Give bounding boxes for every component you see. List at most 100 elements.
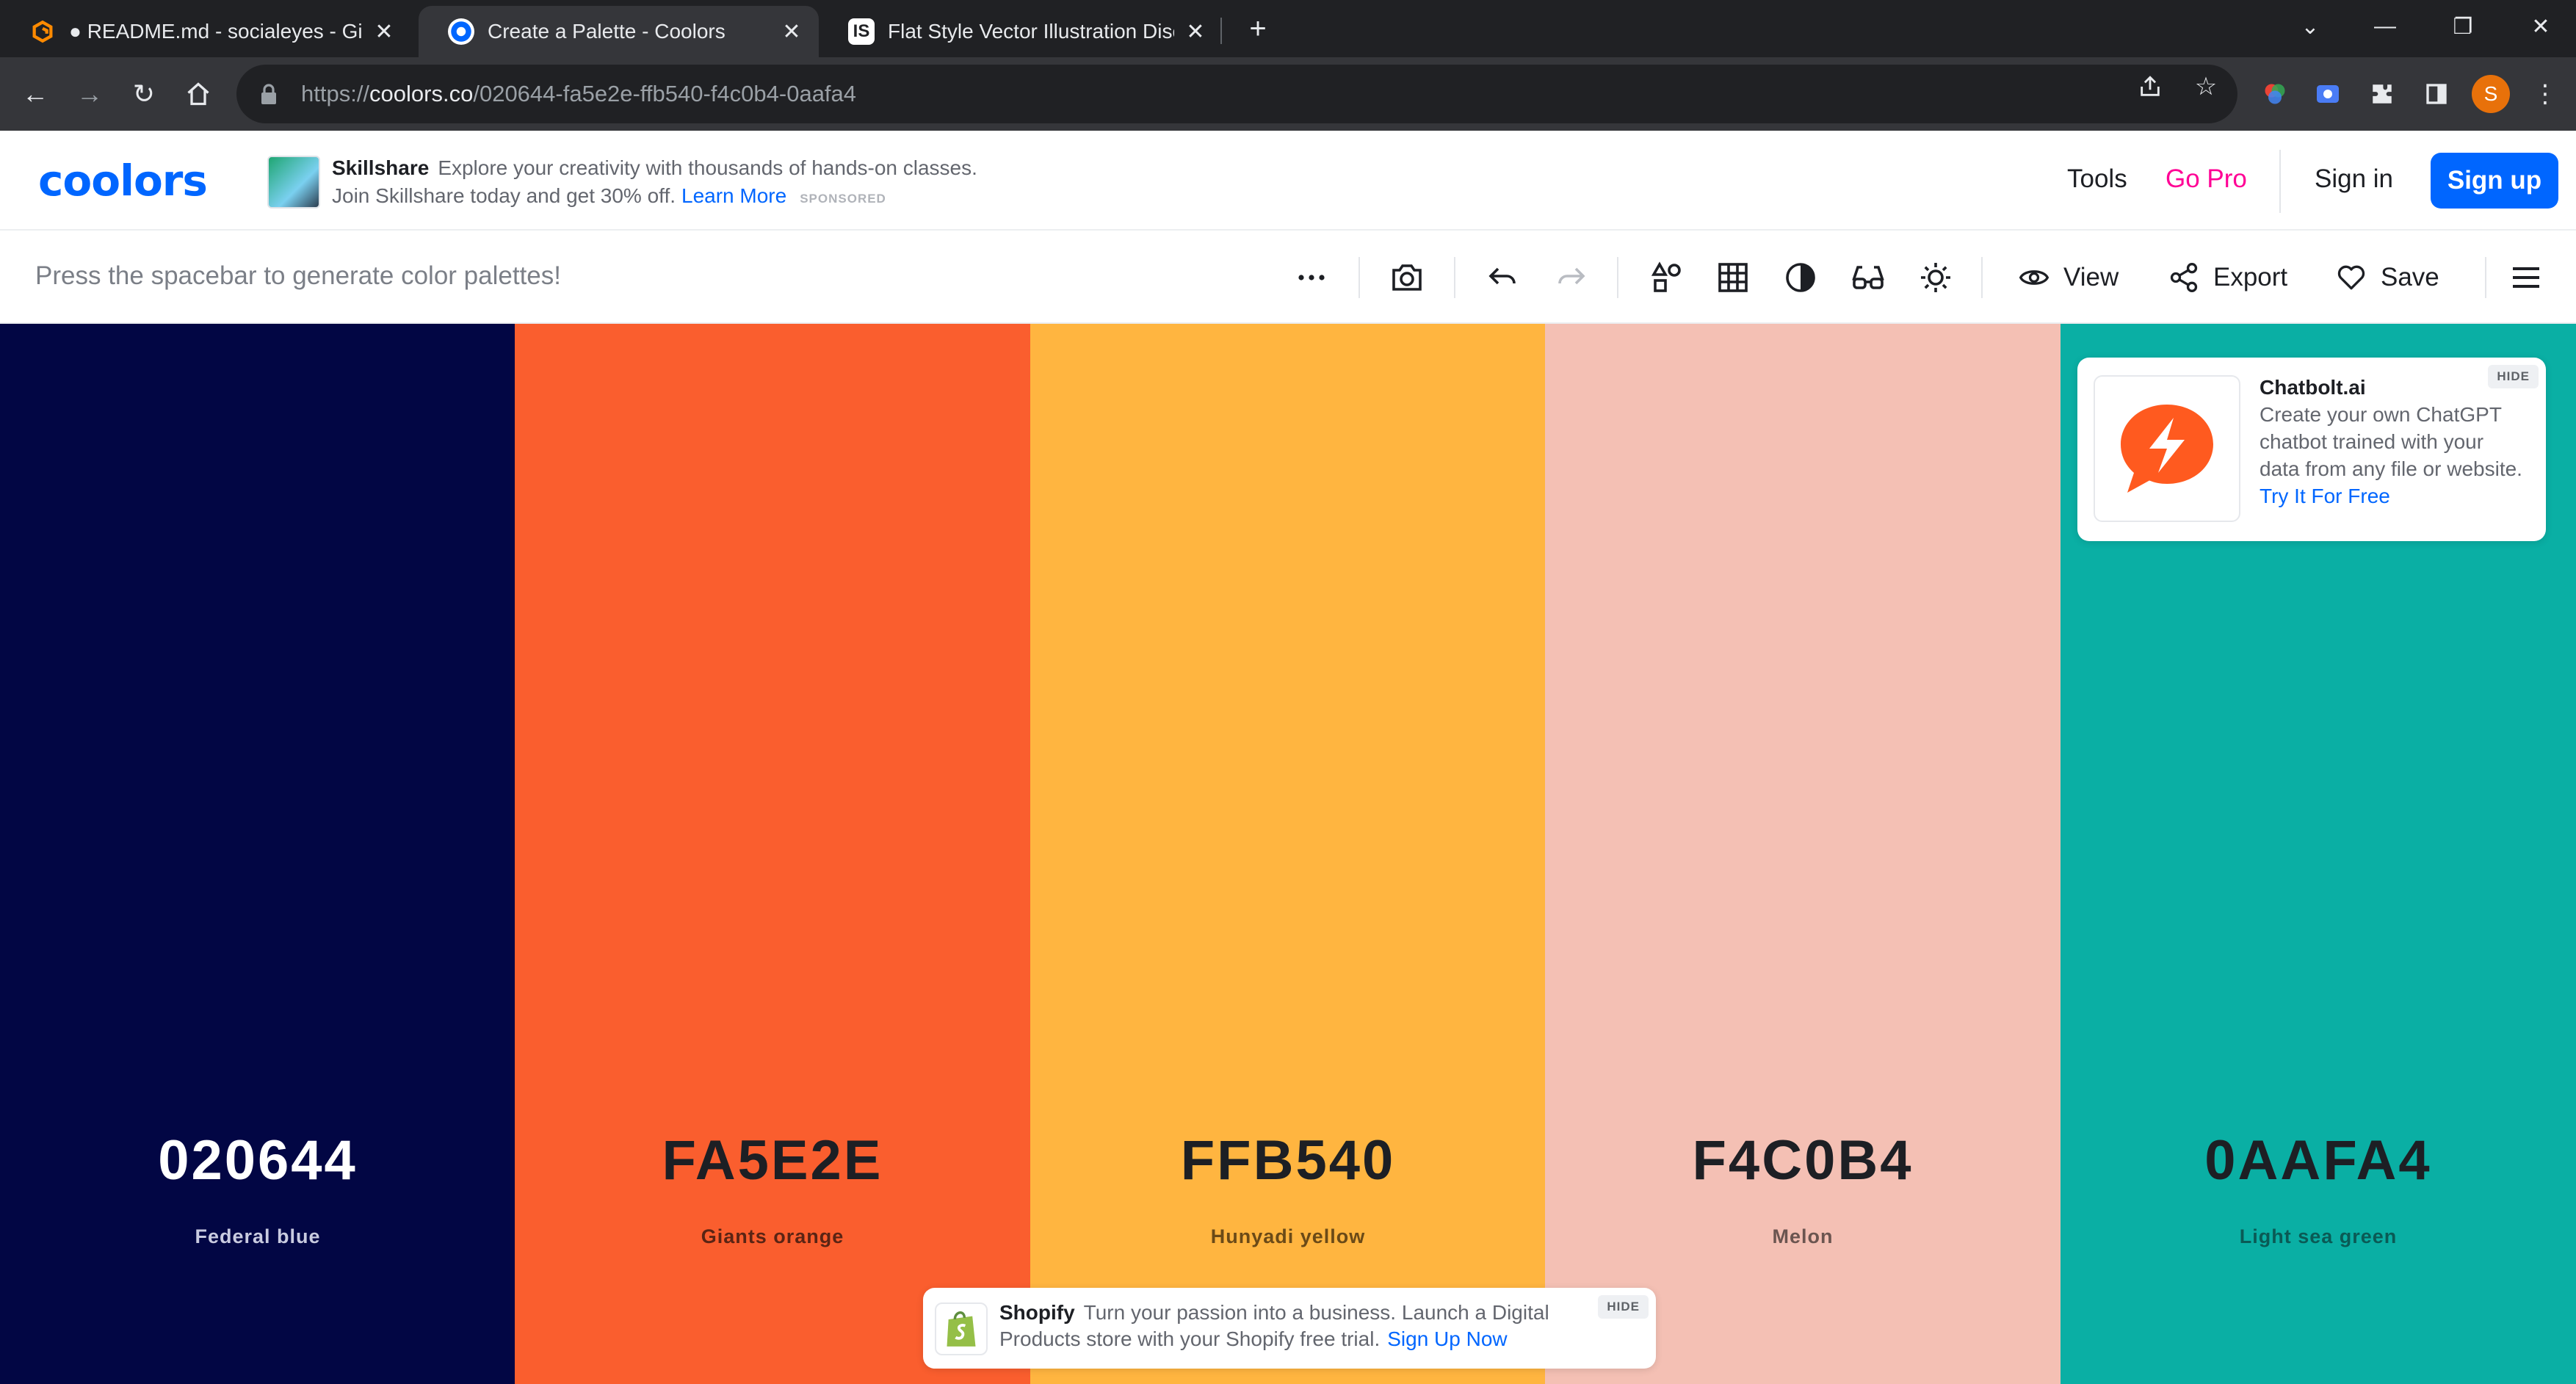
tab-readme[interactable]: ● README.md - socialeyes - Gitp ✕ (0, 6, 411, 57)
view-button[interactable]: View (2018, 254, 2119, 301)
color-name: Hunyadi yellow (1210, 1225, 1366, 1247)
tab-search-chevron-icon[interactable]: ⌄ (2288, 6, 2332, 47)
toolbar-divider (1454, 257, 1455, 298)
shopify-ad-text: Shopify Turn your passion into a business… (999, 1300, 1631, 1352)
export-label: Export (2213, 263, 2288, 291)
ad-brand: Chatbolt.ai (2260, 376, 2366, 399)
redo-icon[interactable] (1549, 256, 1593, 300)
ad-brand: Shopify (999, 1301, 1075, 1324)
toolbar-divider (1981, 257, 1983, 298)
share-icon[interactable] (2134, 72, 2166, 101)
chatbolt-logo (2094, 375, 2240, 522)
save-label: Save (2381, 263, 2439, 291)
export-button[interactable]: Export (2168, 254, 2287, 301)
tab-divider (1220, 18, 1222, 44)
iconscout-icon: IS (848, 18, 875, 45)
skillshare-ad[interactable]: Skillshare Explore your creativity with t… (332, 154, 993, 213)
color-swatch[interactable]: 020644 Federal blue (0, 324, 515, 1384)
hamburger-menu-icon[interactable] (2504, 256, 2548, 300)
tab-iconscout[interactable]: IS Flat Style Vector Illustration Disc ✕ (819, 6, 1223, 57)
heart-icon (2337, 265, 2365, 290)
view-label: View (2063, 263, 2119, 291)
share-nodes-icon (2170, 263, 2198, 292)
sign-up-button[interactable]: Sign up (2431, 153, 2558, 209)
reload-icon[interactable]: ↻ (125, 75, 163, 113)
color-name: Melon (1772, 1225, 1834, 1247)
screen-capture-extension-icon[interactable] (2309, 75, 2347, 113)
lightning-bolt-icon (2121, 405, 2213, 493)
chatbolt-ad-text: Chatbolt.ai Create your own ChatGPT chat… (2260, 374, 2524, 510)
color-extension-icon[interactable] (2256, 75, 2294, 113)
more-options-icon[interactable] (1289, 256, 1334, 300)
save-button[interactable]: Save (2335, 254, 2439, 301)
sign-up-now-link[interactable]: Sign Up Now (1387, 1327, 1507, 1350)
sign-in-link[interactable]: Sign in (2315, 164, 2393, 194)
ad-text: Create your own ChatGPT chatbot trained … (2260, 403, 2522, 480)
site-header: coolors Skillshare Explore your creativit… (0, 131, 2576, 231)
color-swatch[interactable]: FFB540 Hunyadi yellow (1030, 324, 1546, 1384)
color-hex[interactable]: 020644 (0, 1128, 515, 1192)
brightness-icon[interactable] (1914, 256, 1958, 300)
tab-title: Create a Palette - Coolors (488, 20, 726, 43)
generator-toolbar: Press the spacebar to generate color pal… (0, 231, 2576, 324)
color-name: Federal blue (195, 1225, 321, 1247)
sponsored-label: SPONSORED (800, 192, 886, 206)
toolbar-divider (1617, 257, 1618, 298)
close-icon[interactable]: ✕ (1183, 19, 1208, 44)
tab-title: ● README.md - socialeyes - Gitp (69, 20, 363, 43)
undo-icon[interactable] (1480, 256, 1524, 300)
color-hex[interactable]: 0AAFA4 (2061, 1128, 2576, 1192)
skillshare-ad-thumbnail[interactable] (267, 156, 320, 209)
tab-coolors[interactable]: Create a Palette - Coolors ✕ (419, 6, 819, 57)
shopify-logo (935, 1303, 988, 1355)
window-close-icon[interactable]: ✕ (2519, 6, 2563, 47)
browser-toolbar: ← → ↻ https://coolors.co/020644-fa5e2e-f… (0, 57, 2576, 131)
close-icon[interactable]: ✕ (779, 19, 804, 44)
glasses-icon[interactable] (1846, 256, 1890, 300)
color-hex[interactable]: FFB540 (1030, 1128, 1546, 1192)
browser-tab-strip: ● README.md - socialeyes - Gitp ✕ Create… (0, 0, 2576, 57)
bookmark-star-icon[interactable]: ☆ (2190, 72, 2222, 101)
browser-menu-icon[interactable]: ⋮ (2526, 75, 2564, 113)
nav-tools[interactable]: Tools (2067, 164, 2127, 194)
header-divider (2279, 150, 2281, 213)
toolbar-divider (2485, 257, 2486, 298)
grid-icon[interactable] (1711, 256, 1755, 300)
coolors-logo[interactable]: coolors (38, 156, 208, 206)
toolbar-divider (1358, 257, 1360, 298)
shopping-bag-icon (947, 1311, 976, 1347)
camera-icon[interactable] (1385, 256, 1429, 300)
color-name: Giants orange (701, 1225, 844, 1247)
color-swatch[interactable]: F4C0B4 Melon (1545, 324, 2061, 1384)
ad-learn-more-link[interactable]: Learn More (681, 184, 786, 207)
back-arrow-icon[interactable]: ← (16, 75, 54, 113)
profile-avatar[interactable]: S (2472, 75, 2510, 113)
eye-icon (2019, 270, 2049, 285)
nav-go-pro[interactable]: Go Pro (2166, 164, 2247, 194)
new-tab-plus-icon[interactable]: + (1240, 10, 1276, 47)
forward-arrow-icon[interactable]: → (70, 75, 109, 113)
gitpod-icon (29, 18, 56, 45)
coolors-icon (448, 18, 474, 45)
color-hex[interactable]: FA5E2E (515, 1128, 1030, 1192)
close-icon[interactable]: ✕ (372, 19, 397, 44)
try-it-for-free-link[interactable]: Try It For Free (2260, 485, 2390, 507)
contrast-icon[interactable] (1779, 256, 1823, 300)
home-icon[interactable] (179, 75, 217, 113)
color-hex[interactable]: F4C0B4 (1545, 1128, 2061, 1192)
restore-icon[interactable]: ❐ (2441, 6, 2485, 47)
shopify-ad-card[interactable]: HIDE Shopify Turn your passion into a bus… (923, 1288, 1656, 1369)
tab-title: Flat Style Vector Illustration Disc (888, 20, 1174, 43)
url-text: https://coolors.co/020644-fa5e2e-ffb540-… (301, 81, 857, 106)
shapes-icon[interactable] (1645, 256, 1689, 300)
minimize-icon[interactable]: — (2363, 6, 2407, 47)
color-name: Light sea green (2239, 1225, 2398, 1247)
extensions-puzzle-icon[interactable] (2363, 75, 2401, 113)
lock-icon (254, 79, 283, 109)
spacebar-hint: Press the spacebar to generate color pal… (35, 261, 561, 290)
chatbolt-ad-card[interactable]: HIDE Chatbolt.ai Create your own ChatGPT… (2077, 358, 2546, 541)
address-bar[interactable]: https://coolors.co/020644-fa5e2e-ffb540-… (236, 65, 2237, 123)
side-panel-icon[interactable] (2417, 75, 2456, 113)
color-swatch[interactable]: FA5E2E Giants orange (515, 324, 1030, 1384)
ad-brand: Skillshare (332, 156, 430, 179)
